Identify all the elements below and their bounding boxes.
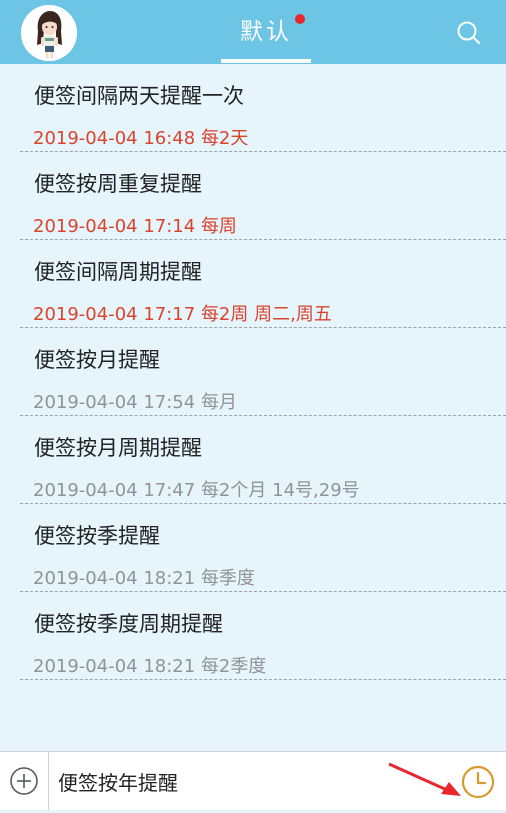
note-repeat: 每季度 bbox=[200, 568, 255, 589]
note-reminder: 2019-04-04 18:21 每季度 bbox=[33, 564, 255, 590]
list-item[interactable]: 便签按季提醒 2019-04-04 18:21 每季度 bbox=[0, 504, 506, 592]
add-button[interactable] bbox=[0, 752, 49, 810]
note-reminder: 2019-04-04 17:47 每2个月 14号,29号 bbox=[33, 476, 360, 502]
top-bar: 默认 bbox=[0, 0, 506, 64]
note-repeat: 每周 bbox=[200, 216, 237, 237]
notes-app: 默认 便签间隔两天提醒一次 2019-04-04 16:48 每2天 便签按周重复提… bbox=[0, 0, 506, 813]
note-datetime: 2019-04-04 18:21 bbox=[33, 656, 196, 677]
note-repeat: 每月 bbox=[200, 392, 237, 413]
tab-default-label: 默认 bbox=[240, 19, 292, 45]
note-reminder: 2019-04-04 17:14 每周 bbox=[33, 212, 237, 238]
avatar[interactable] bbox=[21, 5, 77, 61]
note-datetime: 2019-04-04 17:47 bbox=[33, 480, 196, 501]
note-reminder: 2019-04-04 18:21 每2季度 bbox=[33, 652, 266, 678]
tab-active-indicator bbox=[221, 59, 311, 63]
note-reminder: 2019-04-04 16:48 每2天 bbox=[33, 124, 248, 150]
note-repeat: 每2天 bbox=[200, 128, 249, 149]
list-item[interactable]: 便签间隔两天提醒一次 2019-04-04 16:48 每2天 bbox=[0, 64, 506, 152]
list-item[interactable]: 便签按月提醒 2019-04-04 17:54 每月 bbox=[0, 328, 506, 416]
note-title: 便签按季度周期提醒 bbox=[34, 612, 223, 636]
composer-bar bbox=[0, 751, 506, 810]
note-datetime: 2019-04-04 17:54 bbox=[33, 392, 196, 413]
note-repeat: 每2季度 bbox=[200, 656, 267, 677]
reminder-button[interactable] bbox=[460, 764, 496, 800]
divider bbox=[20, 679, 506, 680]
note-datetime: 2019-04-04 17:14 bbox=[33, 216, 196, 237]
list-item[interactable]: 便签间隔周期提醒 2019-04-04 17:17 每2周 周二,周五 bbox=[0, 240, 506, 328]
note-datetime: 2019-04-04 18:21 bbox=[33, 568, 196, 589]
note-repeat: 每2周 周二,周五 bbox=[200, 304, 332, 325]
plus-circle-icon bbox=[10, 767, 38, 795]
note-title: 便签间隔两天提醒一次 bbox=[34, 84, 244, 108]
list-item[interactable]: 便签按季度周期提醒 2019-04-04 18:21 每2季度 bbox=[0, 592, 506, 680]
list-item[interactable]: 便签按月周期提醒 2019-04-04 17:47 每2个月 14号,29号 bbox=[0, 416, 506, 504]
note-datetime: 2019-04-04 16:48 bbox=[33, 128, 196, 149]
note-reminder: 2019-04-04 17:17 每2周 周二,周五 bbox=[33, 300, 332, 326]
tab-default[interactable]: 默认 bbox=[221, 0, 311, 64]
note-datetime: 2019-04-04 17:17 bbox=[33, 304, 196, 325]
note-title: 便签按季提醒 bbox=[34, 524, 160, 548]
search-icon[interactable] bbox=[456, 20, 482, 46]
note-title: 便签按月周期提醒 bbox=[34, 436, 202, 460]
unread-dot bbox=[295, 14, 305, 24]
list-item[interactable]: 便签按周重复提醒 2019-04-04 17:14 每周 bbox=[0, 152, 506, 240]
note-repeat: 每2个月 14号,29号 bbox=[200, 480, 360, 501]
girl-avatar-icon bbox=[21, 5, 77, 61]
note-reminder: 2019-04-04 17:54 每月 bbox=[33, 388, 237, 414]
note-title: 便签按周重复提醒 bbox=[34, 172, 202, 196]
note-title: 便签间隔周期提醒 bbox=[34, 260, 202, 284]
note-input[interactable] bbox=[58, 761, 388, 801]
note-title: 便签按月提醒 bbox=[34, 348, 160, 372]
clock-icon bbox=[461, 765, 495, 799]
note-list: 便签间隔两天提醒一次 2019-04-04 16:48 每2天 便签按周重复提醒 20… bbox=[0, 64, 506, 680]
